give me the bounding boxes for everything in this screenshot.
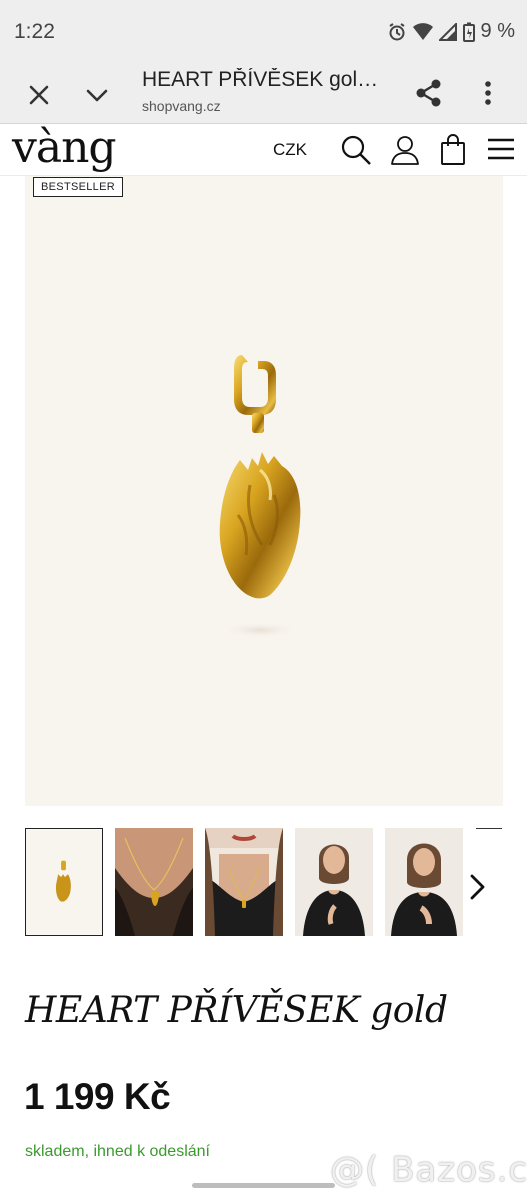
bazos-watermark: @( Bazos.cz	[330, 1150, 527, 1190]
stock-status: skladem, ihned k odeslání	[25, 1143, 210, 1160]
vang-logo[interactable]: vàng	[12, 124, 117, 172]
close-icon[interactable]	[22, 78, 56, 112]
chevron-right-icon[interactable]	[466, 870, 490, 904]
product-title: HEART PŘÍVĚSEK gold	[25, 990, 448, 1031]
site-header: vàng CZK	[0, 124, 527, 176]
bestseller-badge: BESTSELLER	[33, 177, 123, 197]
alarm-icon	[388, 22, 405, 40]
chevron-down-icon[interactable]	[80, 78, 114, 112]
menu-icon[interactable]	[487, 136, 515, 162]
signal-icon	[438, 22, 457, 41]
currency-selector[interactable]: CZK	[273, 140, 307, 160]
status-time: 1:22	[14, 20, 55, 43]
thumbnail-necklace-closeup[interactable]	[115, 828, 193, 936]
user-icon[interactable]	[390, 134, 420, 166]
search-icon[interactable]	[340, 134, 372, 166]
share-icon[interactable]	[412, 76, 446, 110]
bag-icon[interactable]	[440, 132, 466, 166]
battery-icon	[462, 22, 475, 42]
heart-pendant-image	[219, 355, 301, 638]
more-vert-icon[interactable]	[475, 76, 501, 110]
status-bar: 1:22 9 %	[0, 0, 527, 64]
status-icons: 9 %	[387, 20, 515, 43]
page-title: HEART PŘÍVĚSEK gol…	[142, 68, 379, 91]
thumbnail-product-only[interactable]	[25, 828, 103, 936]
gesture-bar[interactable]	[192, 1183, 335, 1188]
thumbnail-model-portrait-2[interactable]	[385, 828, 463, 936]
thumbnail-strip	[25, 828, 527, 936]
product-price: 1 199 Kč	[24, 1076, 171, 1117]
browser-toolbar: HEART PŘÍVĚSEK gol… shopvang.cz	[0, 64, 527, 124]
battery-percent: 9 %	[480, 20, 515, 42]
thumbnail-model-neck[interactable]	[205, 828, 283, 936]
page-url: shopvang.cz	[142, 98, 221, 114]
thumbnail-model-portrait[interactable]	[295, 828, 373, 936]
wifi-icon	[412, 22, 433, 40]
